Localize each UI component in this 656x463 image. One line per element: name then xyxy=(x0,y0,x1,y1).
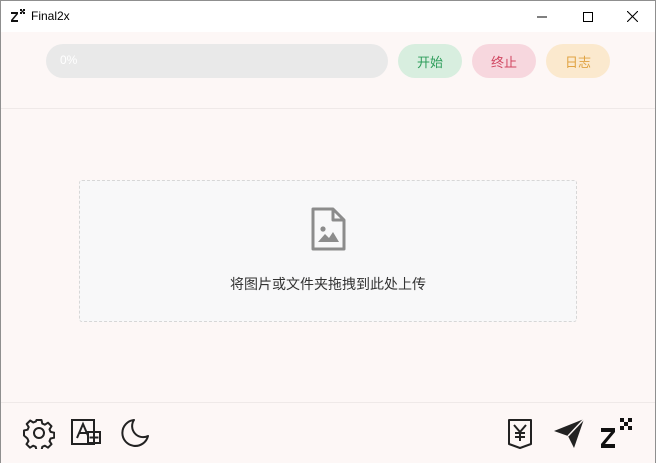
log-button[interactable]: 日志 xyxy=(546,44,610,78)
maximize-icon xyxy=(583,11,593,22)
maximize-button[interactable] xyxy=(565,1,611,32)
stop-button[interactable]: 终止 xyxy=(472,44,536,78)
dropzone-text: 将图片或文件夹拖拽到此处上传 xyxy=(230,277,426,293)
donate-button[interactable] xyxy=(502,415,538,451)
footer-bar xyxy=(1,402,655,463)
image-file-icon xyxy=(311,207,346,251)
app-logo-icon xyxy=(11,9,25,22)
translate-button[interactable] xyxy=(68,415,104,451)
progress-label: 0% xyxy=(60,53,78,67)
minimize-button[interactable] xyxy=(519,1,565,32)
close-button[interactable] xyxy=(609,1,655,32)
close-icon xyxy=(626,11,638,22)
translate-icon xyxy=(71,419,101,445)
window-title: Final2x xyxy=(31,9,70,23)
title-bar: Final2x xyxy=(1,1,655,32)
theme-toggle-button[interactable] xyxy=(117,415,153,451)
upload-dropzone[interactable]: 将图片或文件夹拖拽到此处上传 xyxy=(79,180,577,322)
final2x-logo-icon xyxy=(601,418,632,448)
minimize-icon xyxy=(537,16,547,17)
progress-bar: 0% xyxy=(46,44,388,78)
moon-icon xyxy=(121,419,149,447)
start-button[interactable]: 开始 xyxy=(398,44,462,78)
toolbar: 0% 开始 终止 日志 xyxy=(1,32,655,109)
about-button[interactable] xyxy=(599,415,635,451)
app-window: Final2x 0% 开始 终止 日志 将图片或文件夹拖拽到此处上传 xyxy=(0,0,656,463)
share-button[interactable] xyxy=(551,415,587,451)
send-icon xyxy=(554,418,585,448)
gear-icon xyxy=(23,419,55,449)
yen-icon xyxy=(508,419,532,449)
settings-button[interactable] xyxy=(21,415,57,451)
